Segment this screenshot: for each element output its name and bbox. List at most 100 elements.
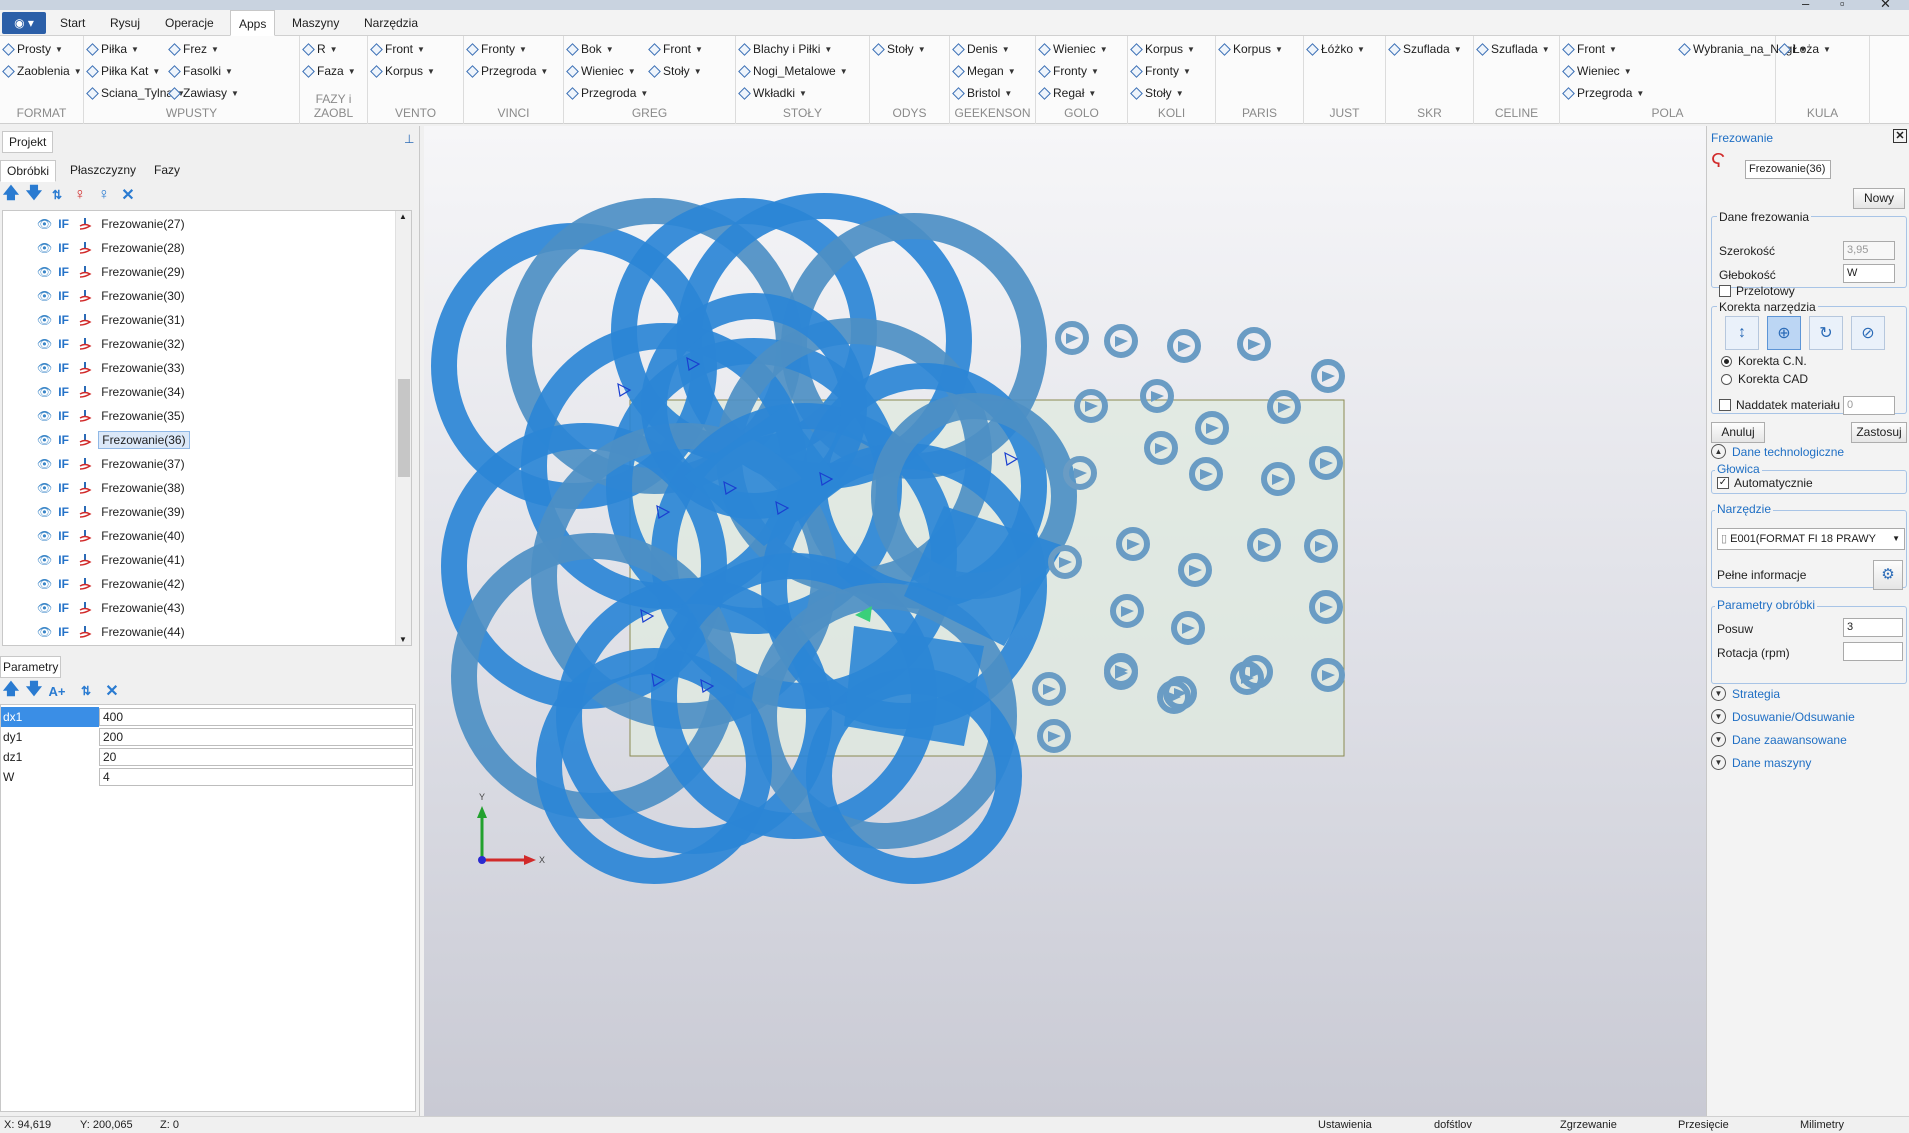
apply-button[interactable]: Zastosuj bbox=[1851, 422, 1907, 443]
ribbon-item-stoly[interactable]: Stoły ▼ bbox=[872, 42, 926, 56]
eye-icon[interactable]: 👁 bbox=[37, 481, 52, 495]
ribbon-item-wieniec[interactable]: Wieniec ▼ bbox=[1038, 42, 1108, 56]
tab-narzedzia[interactable]: Narzędzia bbox=[356, 10, 426, 36]
ribbon-item-zawiasy[interactable]: Zawiasy ▼ bbox=[168, 86, 239, 100]
scroll-up-icon[interactable]: ▲ bbox=[399, 212, 407, 221]
glebokosc-field[interactable]: W bbox=[1843, 264, 1895, 283]
param-value[interactable]: 400 bbox=[99, 708, 413, 726]
tree-scroll-thumb[interactable] bbox=[398, 379, 410, 477]
ribbon-item-frez[interactable]: Frez ▼ bbox=[168, 42, 219, 56]
ribbon-item-przegroda[interactable]: Przegroda ▼ bbox=[1562, 86, 1644, 100]
eye-icon[interactable]: 👁 bbox=[37, 529, 52, 543]
tree-item[interactable]: 👁 IF Frezowanie(39) bbox=[37, 501, 188, 523]
tab-operacje[interactable]: Operacje bbox=[157, 10, 222, 36]
cancel-button[interactable]: Anuluj bbox=[1711, 422, 1765, 443]
ribbon-item-fronty[interactable]: Fronty ▼ bbox=[466, 42, 527, 56]
tree-item[interactable]: 👁 IF Frezowanie(43) bbox=[37, 597, 188, 619]
ribbon-item-fasolki[interactable]: Fasolki ▼ bbox=[168, 64, 233, 78]
tree-item[interactable]: 👁 IF Frezowanie(40) bbox=[37, 525, 188, 547]
ribbon-item-fronty[interactable]: Fronty ▼ bbox=[1038, 64, 1099, 78]
tab-maszyny[interactable]: Maszyny bbox=[284, 10, 347, 36]
move-up-icon[interactable]: 🡅 bbox=[0, 184, 22, 206]
tree-item[interactable]: 👁 IF Frezowanie(30) bbox=[37, 285, 188, 307]
eye-icon[interactable]: 👁 bbox=[37, 433, 52, 447]
viewport-canvas[interactable]: YX bbox=[424, 126, 1706, 1116]
eye-icon[interactable]: 👁 bbox=[37, 601, 52, 615]
ribbon-item-wieniec[interactable]: Wieniec ▼ bbox=[566, 64, 636, 78]
automatycznie-checkbox[interactable]: ✓ Automatycznie bbox=[1717, 476, 1813, 490]
korekta-cn-radio[interactable]: Korekta C.N. bbox=[1721, 354, 1807, 368]
tool-info-icon[interactable]: ⚙ bbox=[1873, 560, 1903, 590]
ribbon-item-bok[interactable]: Bok ▼ bbox=[566, 42, 614, 56]
eye-icon[interactable]: 👁 bbox=[37, 313, 52, 327]
ribbon-item-pilka[interactable]: Piłka ▼ bbox=[86, 42, 139, 56]
tree-item[interactable]: 👁 IF Frezowanie(44) bbox=[37, 621, 188, 643]
eye-icon[interactable]: 👁 bbox=[37, 457, 52, 471]
naddatek-field[interactable]: 0 bbox=[1843, 396, 1895, 415]
ribbon-item-nogi-metalowe[interactable]: Nogi_Metalowe ▼ bbox=[738, 64, 848, 78]
project-tab[interactable]: Projekt bbox=[2, 131, 54, 153]
param-value[interactable]: 200 bbox=[99, 728, 413, 746]
ribbon-item-stoly[interactable]: Stoły ▼ bbox=[1130, 86, 1184, 100]
eye-icon[interactable]: 👁 bbox=[37, 265, 52, 279]
ribbon-item-lozko[interactable]: Łóżko ▼ bbox=[1306, 42, 1365, 56]
eye-icon[interactable]: 👁 bbox=[37, 505, 52, 519]
subtab-fazy[interactable]: Fazy bbox=[148, 160, 186, 180]
light-on-icon[interactable]: ♀ bbox=[93, 184, 115, 206]
ribbon-item-pilka-kat[interactable]: Piłka Kat ▼ bbox=[86, 64, 160, 78]
eye-icon[interactable]: 👁 bbox=[37, 289, 52, 303]
ribbon-item-loza[interactable]: Łoża ▼ bbox=[1778, 42, 1831, 56]
tool-select[interactable]: ▯ E001(FORMAT FI 18 PRAWY ▼ bbox=[1717, 528, 1905, 550]
tree-item[interactable]: 👁 IF Frezowanie(35) bbox=[37, 405, 188, 427]
milling-name-field[interactable]: Frezowanie(36) bbox=[1745, 160, 1831, 179]
eye-icon[interactable]: 👁 bbox=[37, 241, 52, 255]
move-down-icon[interactable]: 🡇 bbox=[23, 184, 45, 206]
status-item-2[interactable]: dofśtlov bbox=[1434, 1119, 1472, 1131]
tab-start[interactable]: Start bbox=[52, 10, 93, 36]
rotacja-field[interactable] bbox=[1843, 642, 1903, 661]
param-edit-icon[interactable]: ⇅ bbox=[75, 680, 97, 702]
scroll-down-icon[interactable]: ▼ bbox=[399, 635, 407, 644]
correction-center-icon[interactable]: ⊕ bbox=[1767, 316, 1801, 350]
ribbon-item-fronty[interactable]: Fronty ▼ bbox=[1130, 64, 1191, 78]
tree-item[interactable]: 👁 IF Frezowanie(38) bbox=[37, 477, 188, 499]
ribbon-item-szuflada[interactable]: Szuflada ▼ bbox=[1388, 42, 1462, 56]
eye-icon[interactable]: 👁 bbox=[37, 409, 52, 423]
param-row[interactable]: dy1 200 bbox=[1, 727, 415, 747]
param-row[interactable]: dz1 20 bbox=[1, 747, 415, 767]
status-zgrzewanie[interactable]: Zgrzewanie bbox=[1560, 1119, 1617, 1131]
param-add-icon[interactable]: A+ bbox=[46, 680, 68, 702]
param-delete-icon[interactable]: ✕ bbox=[101, 680, 123, 702]
eye-icon[interactable]: 👁 bbox=[37, 217, 52, 231]
tree-scrollbar[interactable]: ▲ ▼ bbox=[395, 211, 411, 645]
ribbon-item-szuflada[interactable]: Szuflada ▼ bbox=[1476, 42, 1550, 56]
new-button[interactable]: Nowy bbox=[1853, 188, 1905, 209]
pin-icon[interactable]: ⊥ bbox=[404, 132, 414, 146]
status-milimetry[interactable]: Milimetry bbox=[1800, 1119, 1844, 1131]
3d-viewport[interactable]: YX bbox=[424, 126, 1706, 1116]
tab-rysuj[interactable]: Rysuj bbox=[102, 10, 148, 36]
ribbon-item-zaoblenia[interactable]: Zaoblenia ▼ bbox=[2, 64, 82, 78]
ribbon-item-stoly[interactable]: Stoły ▼ bbox=[648, 64, 702, 78]
ribbon-item-wkladki[interactable]: Wkładki ▼ bbox=[738, 86, 807, 100]
ribbon-item-megan[interactable]: Megan ▼ bbox=[952, 64, 1016, 78]
param-row[interactable]: dx1 400 bbox=[1, 707, 415, 727]
ribbon-item-przegroda[interactable]: Przegroda ▼ bbox=[566, 86, 648, 100]
ribbon-item-blachy-i-pilki[interactable]: Blachy i Piłki ▼ bbox=[738, 42, 832, 56]
tree-item[interactable]: 👁 IF Frezowanie(37) bbox=[37, 453, 188, 475]
tab-apps[interactable]: Apps bbox=[230, 10, 276, 36]
eye-icon[interactable]: 👁 bbox=[37, 577, 52, 591]
tree-item[interactable]: 👁 IF Frezowanie(29) bbox=[37, 261, 188, 283]
ribbon-item-korpus[interactable]: Korpus ▼ bbox=[1130, 42, 1195, 56]
korekta-cad-radio[interactable]: Korekta CAD bbox=[1721, 372, 1808, 386]
tree-item[interactable]: 👁 IF Frezowanie(41) bbox=[37, 549, 188, 571]
ribbon-item-front[interactable]: Front ▼ bbox=[370, 42, 425, 56]
ribbon-item-front[interactable]: Front ▼ bbox=[648, 42, 703, 56]
strategia-expander[interactable]: ▼ Strategia bbox=[1711, 686, 1780, 701]
status-ustawienia[interactable]: Ustawienia bbox=[1318, 1119, 1372, 1131]
sort-icon[interactable]: ⇅ bbox=[46, 184, 68, 206]
correction-left-icon[interactable]: ↕ bbox=[1725, 316, 1759, 350]
param-up-icon[interactable]: 🡅 bbox=[0, 680, 22, 702]
subtab-plaszczyzny[interactable]: Płaszczyzny bbox=[64, 160, 142, 180]
ribbon-item-front[interactable]: Front ▼ bbox=[1562, 42, 1617, 56]
